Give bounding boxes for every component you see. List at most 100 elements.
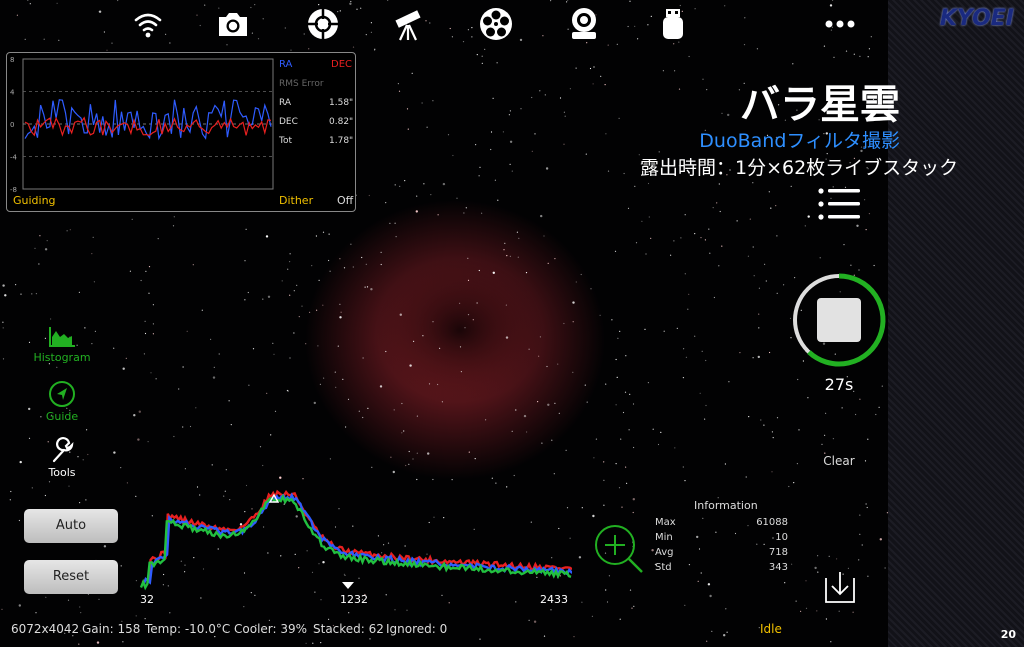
star bbox=[262, 18, 264, 20]
star bbox=[265, 235, 269, 238]
star bbox=[625, 355, 627, 357]
telescope-icon[interactable] bbox=[390, 6, 426, 42]
star bbox=[467, 279, 470, 281]
star bbox=[563, 322, 565, 325]
star bbox=[19, 460, 22, 464]
star bbox=[343, 267, 346, 269]
star bbox=[416, 452, 418, 454]
star bbox=[103, 31, 105, 33]
star bbox=[172, 225, 175, 227]
stop-capture-button[interactable] bbox=[790, 271, 888, 369]
star bbox=[442, 182, 446, 186]
star bbox=[126, 482, 128, 484]
star bbox=[590, 288, 592, 290]
star bbox=[678, 88, 681, 90]
star bbox=[111, 42, 113, 44]
star bbox=[214, 636, 216, 638]
star bbox=[387, 0, 389, 1]
star bbox=[752, 246, 754, 248]
star bbox=[195, 407, 197, 409]
star bbox=[345, 426, 347, 428]
star bbox=[122, 641, 124, 643]
focuser-icon[interactable] bbox=[566, 6, 602, 42]
star bbox=[764, 263, 766, 265]
star bbox=[772, 437, 774, 439]
star bbox=[623, 172, 625, 175]
star bbox=[599, 314, 601, 316]
star bbox=[757, 355, 760, 359]
star bbox=[701, 350, 703, 352]
star bbox=[254, 594, 256, 597]
star bbox=[709, 594, 712, 598]
star bbox=[490, 131, 493, 133]
star bbox=[637, 38, 639, 40]
star bbox=[362, 357, 364, 359]
star bbox=[603, 479, 605, 481]
star bbox=[793, 482, 795, 484]
star bbox=[441, 594, 443, 597]
star bbox=[2, 284, 5, 287]
star bbox=[792, 63, 794, 65]
download-icon[interactable] bbox=[820, 566, 860, 606]
star bbox=[317, 345, 319, 347]
star bbox=[563, 111, 566, 113]
usb-drive-icon[interactable] bbox=[655, 6, 691, 42]
star bbox=[481, 55, 483, 57]
auto-stretch-button[interactable]: Auto bbox=[24, 509, 118, 543]
star bbox=[409, 364, 412, 367]
clear-button[interactable]: Clear bbox=[813, 454, 865, 468]
star bbox=[230, 424, 232, 426]
star bbox=[228, 400, 230, 402]
star bbox=[557, 363, 559, 365]
star bbox=[539, 90, 541, 92]
rms-tot-value: 1.78" bbox=[329, 136, 354, 146]
filter-wheel-icon[interactable] bbox=[478, 6, 514, 42]
histogram-midpoint-handle[interactable] bbox=[342, 582, 354, 589]
tools-tool[interactable]: Tools bbox=[27, 436, 97, 479]
star bbox=[46, 240, 48, 242]
star bbox=[35, 293, 38, 295]
star bbox=[807, 215, 810, 218]
reset-stretch-button[interactable]: Reset bbox=[24, 560, 118, 594]
guide-y-tick: 4 bbox=[10, 89, 15, 97]
star bbox=[301, 305, 303, 307]
star bbox=[616, 43, 618, 45]
dither-toggle[interactable]: Off bbox=[337, 194, 353, 207]
star bbox=[429, 22, 431, 24]
guide-error-graph: 8 4 0 -4 -8 bbox=[10, 56, 274, 194]
star bbox=[226, 44, 228, 46]
star bbox=[103, 545, 107, 548]
star bbox=[776, 417, 779, 419]
star bbox=[821, 443, 823, 445]
zoom-in-icon[interactable] bbox=[594, 524, 646, 576]
camera-icon[interactable] bbox=[215, 6, 251, 42]
star bbox=[663, 330, 665, 332]
star bbox=[329, 458, 331, 460]
star bbox=[398, 90, 401, 92]
dec-legend: DEC bbox=[331, 59, 353, 70]
star bbox=[575, 281, 577, 283]
star bbox=[497, 199, 499, 201]
star bbox=[439, 347, 441, 349]
wifi-icon[interactable] bbox=[130, 6, 166, 42]
star bbox=[406, 108, 409, 110]
more-icon[interactable] bbox=[822, 6, 858, 42]
crosshair-icon[interactable] bbox=[305, 6, 341, 42]
star bbox=[699, 392, 701, 394]
guide-graph-panel[interactable]: 8 4 0 -4 -8 RA DEC RMS Error RA 1.58" DEC 0.… bbox=[6, 52, 356, 212]
star bbox=[350, 243, 352, 245]
star bbox=[632, 498, 635, 501]
star bbox=[20, 293, 22, 295]
histogram-graph[interactable] bbox=[132, 488, 572, 592]
star bbox=[531, 96, 533, 99]
list-icon[interactable] bbox=[816, 186, 862, 222]
star bbox=[144, 320, 146, 322]
histogram-tool[interactable]: Histogram bbox=[27, 325, 97, 364]
star bbox=[586, 401, 588, 403]
star bbox=[559, 97, 562, 99]
guide-tool[interactable]: Guide bbox=[27, 380, 97, 423]
exposure-countdown: 27s bbox=[824, 375, 854, 394]
star bbox=[550, 0, 552, 2]
star bbox=[798, 429, 800, 431]
wrench-icon bbox=[52, 436, 74, 463]
